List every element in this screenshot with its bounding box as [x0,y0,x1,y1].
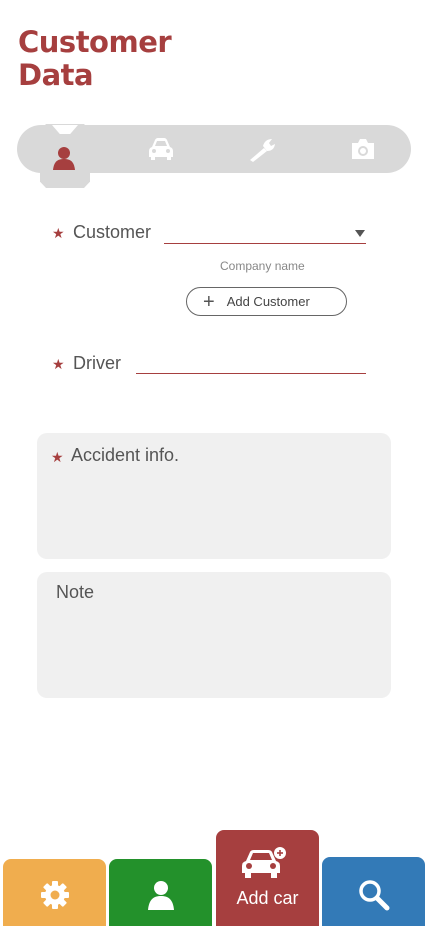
customer-label: Customer [73,222,152,242]
search-button[interactable] [322,857,425,926]
person-icon [148,881,174,910]
add-customer-button[interactable]: + Add Customer [186,287,347,316]
person-icon [53,147,75,170]
accident-info-textarea[interactable]: ★ Accident info. [37,433,391,559]
plus-icon: + [203,290,215,313]
required-star: ★ [51,449,64,465]
add-car-label: Add car [236,888,299,908]
camera-icon[interactable] [350,137,376,161]
page-title-line-2: Data [18,58,94,92]
customer-underline [164,243,366,244]
profile-button[interactable] [109,859,212,926]
driver-input[interactable] [136,352,366,374]
required-star: ★ [52,356,65,372]
accident-info-label: Accident info. [71,445,180,465]
required-star: ★ [52,225,65,241]
gear-icon [41,881,69,909]
company-name-hint: Company name [220,259,305,273]
customer-select[interactable] [164,222,366,244]
driver-underline [136,373,366,374]
search-icon [359,880,390,911]
add-car-button[interactable]: Add car [216,830,319,926]
add-customer-label: Add Customer [226,294,310,309]
settings-button[interactable] [3,859,106,926]
page-title-line-1: Customer [18,25,172,59]
note-label: Note [56,582,95,602]
wrench-icon[interactable] [248,138,276,162]
page-title: Customer Data [18,25,172,92]
note-textarea[interactable]: Note [37,572,391,698]
car-icon[interactable] [148,137,174,161]
car-plus-icon [242,847,286,878]
driver-label: Driver [73,353,121,373]
chevron-down-icon[interactable] [355,230,365,237]
